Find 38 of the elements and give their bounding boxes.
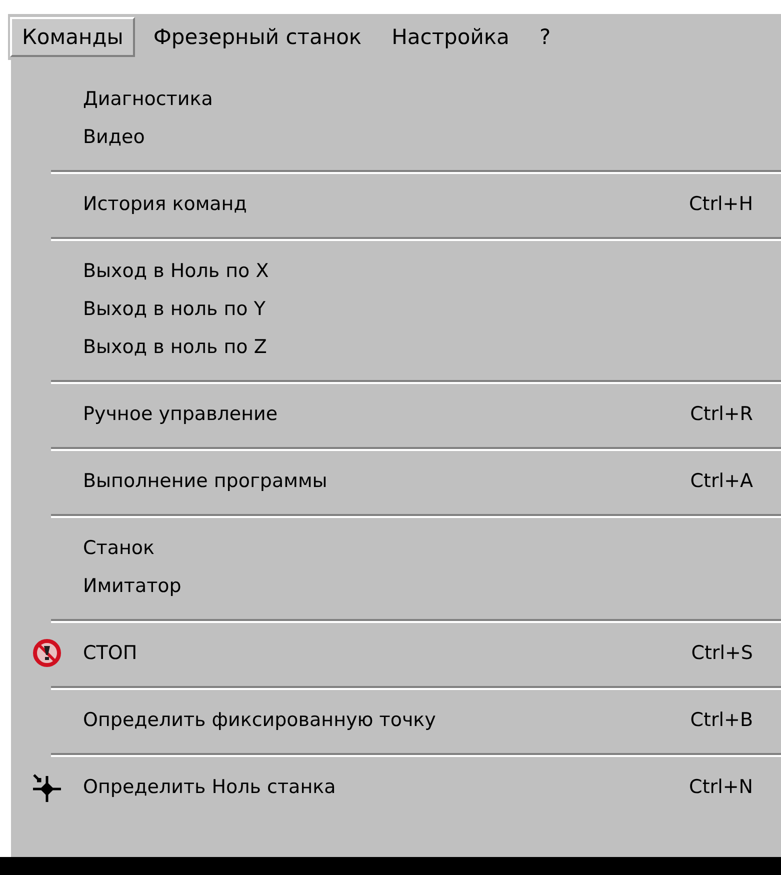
shortcut-text: Ctrl+H [688, 193, 753, 215]
menu-item-label: Видео [83, 126, 146, 148]
menu-item[interactable]: Выполнение программы Ctrl+A [11, 462, 781, 500]
menu-item[interactable]: Станок [11, 529, 781, 567]
menu-title[interactable]: Команды [10, 17, 136, 57]
menu-item[interactable]: Определить фиксированную точку Ctrl+B [11, 701, 781, 739]
menu-item-label: СТОП [83, 642, 138, 664]
crosshair-icon [31, 771, 63, 803]
menu-item-label: Определить Ноль станка [83, 776, 337, 798]
menu-item[interactable]: Имитатор [11, 567, 781, 605]
menu-item-label: Выход в ноль по Z [83, 336, 268, 358]
menu-item-label: Диагностика [83, 88, 214, 110]
menu-title[interactable]: ? [527, 17, 563, 57]
menu-item-label: Выход в ноль по Y [83, 298, 266, 320]
menu-item[interactable]: История команд Ctrl+H [11, 185, 781, 223]
shortcut-text: Ctrl+A [690, 470, 753, 492]
menu-item-label: Выполнение программы [83, 470, 328, 492]
menu-item[interactable]: Определить Ноль станка Ctrl+N [11, 768, 781, 806]
menu-item-label: Определить фиксированную точку [83, 709, 437, 731]
shortcut-text: Ctrl+R [690, 403, 753, 425]
menu-item[interactable]: Выход в Ноль по X [11, 252, 781, 290]
shortcut-text: Ctrl+N [689, 776, 753, 798]
menu-item-label: Выход в Ноль по X [83, 260, 270, 282]
menu-item-label: Ручное управление [83, 403, 279, 425]
menu-item[interactable]: Видео [11, 118, 781, 156]
shortcut-text: Ctrl+B [690, 709, 753, 731]
menu-item-label: Имитатор [83, 575, 182, 597]
menu-title[interactable]: Фрезерный станок [141, 17, 374, 57]
menu-item-label: Станок [83, 537, 156, 559]
menu-item[interactable]: Выход в ноль по Z [11, 328, 781, 366]
stop-icon [32, 638, 62, 668]
shortcut-text: Ctrl+S [691, 642, 753, 664]
menu-item[interactable]: Диагностика [11, 80, 781, 118]
menu-item[interactable]: Выход в ноль по Y [11, 290, 781, 328]
menu-item-label: История команд [83, 193, 248, 215]
menu-item[interactable]: Ручное управление Ctrl+R [11, 395, 781, 433]
menu-title[interactable]: Настройка [380, 17, 522, 57]
menu-item[interactable]: СТОП Ctrl+S [11, 634, 781, 672]
